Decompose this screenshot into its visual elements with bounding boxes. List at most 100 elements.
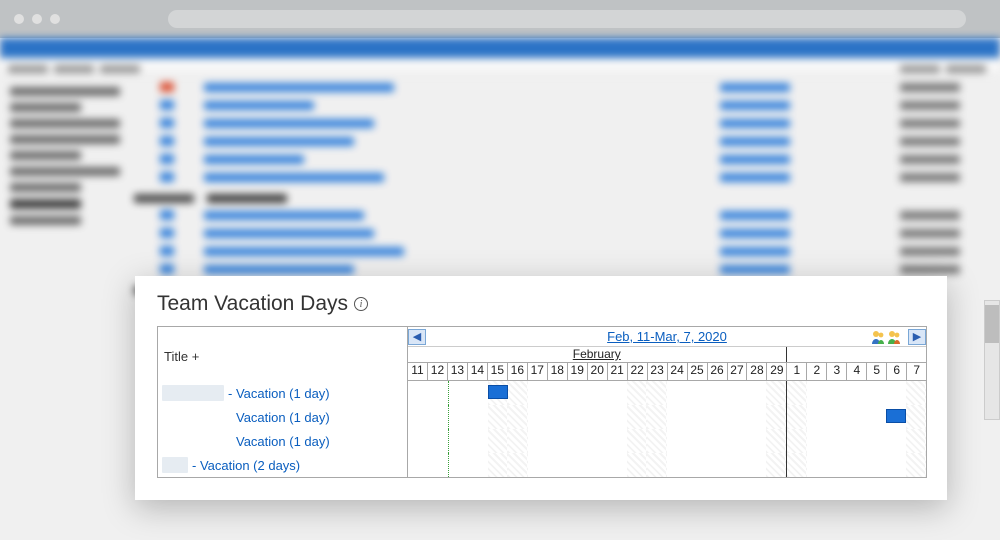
gantt-cell (548, 405, 568, 429)
gantt-lane (408, 405, 926, 429)
gantt-cell (667, 405, 687, 429)
vacation-bar[interactable] (886, 409, 906, 423)
gantt-cell (528, 381, 548, 405)
row-title-link[interactable]: - Vacation (1 day) (228, 386, 330, 401)
month-row: February (408, 347, 926, 363)
people-icons[interactable] (870, 329, 902, 345)
prev-button[interactable]: ◀ (408, 329, 426, 345)
gantt-cell (548, 381, 568, 405)
row-title-cell: Vacation (1 day) (158, 429, 408, 453)
gantt-cell (786, 453, 807, 477)
next-button[interactable]: ▶ (908, 329, 926, 345)
person-icon (886, 329, 902, 345)
date-range-row: ◀ Feb, 11-Mar, 7, 2020 ▶ (408, 327, 926, 347)
window-dot (32, 14, 42, 24)
day-header-cell: 14 (468, 363, 488, 381)
gantt-cell (627, 381, 647, 405)
day-header-cell: 23 (648, 363, 668, 381)
gantt-row: - Vacation (2 days) (158, 453, 926, 477)
gantt-cell (448, 429, 469, 453)
gantt-lane (408, 381, 926, 405)
day-header-cell: 2 (807, 363, 827, 381)
window-dot (14, 14, 24, 24)
day-header-cell: 17 (528, 363, 548, 381)
gantt-cell (528, 405, 548, 429)
gantt-cell (428, 405, 448, 429)
gantt-cell (469, 429, 489, 453)
gantt-cell (766, 381, 786, 405)
day-header-cell: 5 (867, 363, 887, 381)
gantt-cell (866, 381, 886, 405)
day-header-cell: 22 (628, 363, 648, 381)
gantt-cell (408, 405, 428, 429)
gantt-cell (687, 405, 707, 429)
day-header-cell: 25 (688, 363, 708, 381)
gantt-cell (448, 405, 469, 429)
gantt-cell (886, 429, 906, 453)
gantt-cell (667, 381, 687, 405)
gantt-row: Vacation (1 day) (158, 405, 926, 429)
gantt-cell (588, 429, 608, 453)
day-header-cell: 11 (408, 363, 428, 381)
gantt-cell (847, 453, 867, 477)
gantt-cell (866, 429, 886, 453)
gantt-cell (827, 405, 847, 429)
day-header-row: 1112131415161718192021222324252627282912… (408, 363, 926, 381)
day-header-cell: 26 (708, 363, 728, 381)
gantt-cell (727, 429, 747, 453)
gantt-cell (428, 453, 448, 477)
gantt-cell (827, 381, 847, 405)
gantt-cell (847, 405, 867, 429)
gantt-cell (607, 429, 627, 453)
gantt-cell (886, 453, 906, 477)
gantt-cell (408, 453, 428, 477)
day-header-cell: 1 (787, 363, 807, 381)
gantt-cell (488, 453, 508, 477)
scrollbar[interactable] (984, 300, 1000, 420)
gantt-cell (746, 453, 766, 477)
gantt-cell (647, 381, 667, 405)
info-icon[interactable]: i (354, 297, 368, 311)
address-bar[interactable] (168, 10, 966, 28)
gantt-cell (687, 429, 707, 453)
row-title-link[interactable]: Vacation (1 day) (162, 410, 330, 425)
row-title-link[interactable]: Vacation (1 day) (162, 434, 330, 449)
gantt-cell (766, 405, 786, 429)
gantt-cell (807, 429, 827, 453)
gantt-cell (807, 453, 827, 477)
gantt-cell (568, 453, 588, 477)
vacation-bar[interactable] (488, 385, 508, 399)
month-label-left[interactable]: February (408, 347, 787, 362)
day-header-cell: 4 (847, 363, 867, 381)
redacted-name (162, 385, 224, 401)
day-header-cell: 18 (548, 363, 568, 381)
vacation-panel: Team Vacation Days i Title + ◀ Feb, 11-M… (135, 276, 947, 500)
gantt-cell (807, 381, 827, 405)
gantt-cell (687, 381, 707, 405)
gantt-body: - Vacation (1 day) Vacation (1 day) Vacati… (158, 381, 926, 477)
title-column-header[interactable]: Title + (158, 327, 408, 381)
gantt-row: - Vacation (1 day) (158, 381, 926, 405)
gantt-cell (448, 453, 469, 477)
gantt-cell (428, 429, 448, 453)
gantt-cell (469, 453, 489, 477)
gantt-cell (607, 381, 627, 405)
day-header-cell: 19 (568, 363, 588, 381)
gantt-cell (866, 405, 886, 429)
gantt-cell (766, 453, 786, 477)
gantt-cell (647, 405, 667, 429)
gantt-cell (886, 381, 906, 405)
gantt-cell (906, 453, 926, 477)
gantt-cell (766, 429, 786, 453)
day-header-cell: 7 (907, 363, 926, 381)
gantt-cell (488, 405, 508, 429)
gantt-cell (786, 405, 807, 429)
date-range-label[interactable]: Feb, 11-Mar, 7, 2020 (426, 329, 908, 344)
day-header-cell: 3 (827, 363, 847, 381)
scroll-thumb[interactable] (985, 305, 999, 343)
gantt-cell (667, 453, 687, 477)
gantt-cell (627, 429, 647, 453)
row-title-link[interactable]: - Vacation (2 days) (192, 458, 300, 473)
gantt-cell (568, 405, 588, 429)
row-title-cell: - Vacation (1 day) (158, 381, 408, 405)
